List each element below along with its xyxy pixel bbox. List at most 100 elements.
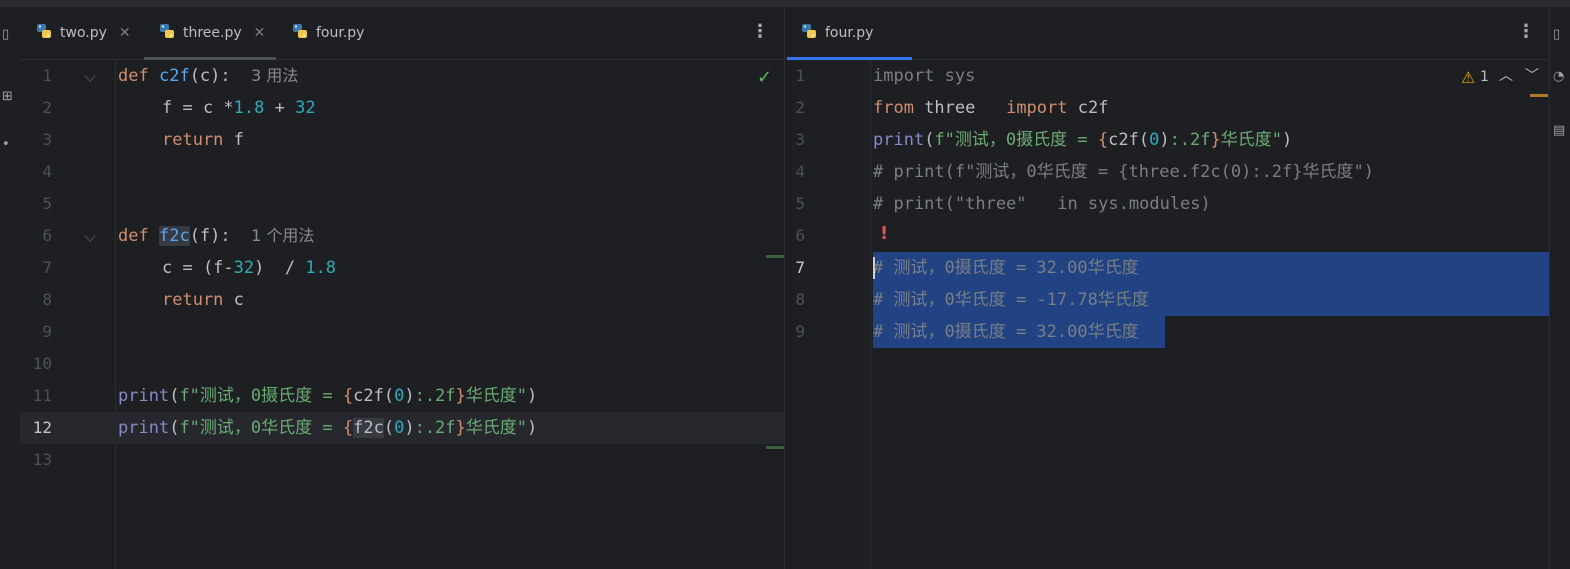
keyword: def [118, 226, 149, 246]
code-text: ) / [254, 258, 306, 278]
tab-label: two.py [60, 25, 107, 41]
paren: ) [1159, 130, 1170, 150]
code-line[interactable]: 8 return c [20, 284, 784, 316]
code-line[interactable]: 9 # 测试，0摄氏度 = 32.00华氏度 [785, 316, 1550, 348]
code-line[interactable]: 13 [20, 444, 784, 476]
format-spec: :.2f [414, 386, 456, 406]
code-line[interactable]: 8 # 测试，0华氏度 = -17.78华氏度 [785, 284, 1550, 316]
text-caret [873, 257, 875, 279]
code-line[interactable]: 3 return f [20, 124, 784, 156]
string: 华氏度" [465, 386, 528, 406]
line-number: 2 [795, 98, 805, 117]
tab-two-py[interactable]: two.py ✕ [35, 7, 131, 59]
keyword: def [118, 66, 149, 86]
usage-hint[interactable]: 3 用法 [251, 66, 298, 85]
line-number: 12 [32, 418, 52, 437]
right-editor-pane: four.py ⋮ 1 import sys 2 from three impo… [785, 7, 1550, 569]
usage-hint[interactable]: 1 个用法 [251, 226, 314, 245]
string: f"测试，0华氏度 = [179, 418, 343, 438]
tab-four-py[interactable]: four.py [800, 7, 873, 59]
code-line[interactable]: 11 print(f"测试，0摄氏度 = {c2f(0):.2f}华氏度") [20, 380, 784, 412]
project-icon[interactable]: ▯ [2, 27, 9, 42]
scroll-marker[interactable] [766, 446, 784, 449]
code-text: import sys [873, 66, 976, 86]
number: 0 [394, 418, 405, 438]
line-number: 10 [32, 354, 52, 373]
line-number: 7 [795, 258, 805, 277]
right-tool-strip: ▯ ◔ ▤ [1549, 7, 1570, 569]
line-number: 7 [42, 258, 52, 277]
more-options-icon[interactable]: ⋮ [751, 21, 769, 42]
code-line-current[interactable]: 12 print(f"测试，0华氏度 = {f2c(0):.2f}华氏度") [20, 412, 784, 444]
code-line[interactable]: 5 [20, 188, 784, 220]
line-number: 8 [42, 290, 52, 309]
line-number: 1 [42, 66, 52, 85]
code-line[interactable]: 4 # print(f"测试，0华氏度 = {three.f2c(0):.2f}… [785, 156, 1550, 188]
function-name: f2c [158, 226, 190, 246]
line-number: 5 [795, 194, 805, 213]
tab-four-py[interactable]: four.py [291, 7, 364, 59]
close-icon[interactable]: ✕ [119, 25, 131, 41]
code-line[interactable]: 6 [785, 220, 1550, 252]
number: 0 [394, 386, 405, 406]
warning-icon[interactable]: ⚠ [1461, 68, 1475, 87]
notifications-icon[interactable]: ▯ [1553, 27, 1560, 42]
code-line[interactable]: 2 f = c *1.8 + 32 [20, 92, 784, 124]
number: 1.8 [233, 98, 265, 118]
code-line[interactable]: 10 [20, 348, 784, 380]
code-line[interactable]: 1 import sys [785, 60, 1550, 92]
chevron-down-icon[interactable]: ﹀ [1525, 65, 1539, 85]
code-line[interactable]: 5 # print("three" in sys.modules) [785, 188, 1550, 220]
keyword: from [873, 98, 914, 118]
code-text: f [223, 130, 244, 150]
line-number: 1 [795, 66, 805, 85]
brace: } [1210, 130, 1221, 150]
line-number: 9 [795, 322, 805, 341]
code-line[interactable]: 1 def c2f(c): 3 用法 [20, 60, 784, 92]
paren: ) [1282, 130, 1293, 150]
tab-label: four.py [316, 25, 365, 41]
close-icon[interactable]: ✕ [254, 25, 266, 41]
code-line-current[interactable]: 7 # 测试，0摄氏度 = 32.00华氏度 [785, 252, 1550, 284]
more-tools-icon[interactable]: • [2, 137, 10, 152]
tab-label: four.py [825, 25, 874, 41]
line-number: 11 [32, 386, 52, 405]
code-line[interactable]: 9 [20, 316, 784, 348]
line-number: 6 [795, 226, 805, 245]
code-line[interactable]: 2 from three import c2f [785, 92, 1550, 124]
code-line[interactable]: 6 def f2c(f): 1 个用法 [20, 220, 784, 252]
ai-assistant-icon[interactable]: ◔ [1553, 69, 1564, 84]
params: (f): [189, 226, 231, 246]
fold-icon[interactable] [84, 70, 96, 82]
tab-three-py[interactable]: three.py ✕ [158, 7, 265, 59]
code-line[interactable]: 7 c = (f-32) / 1.8 [20, 252, 784, 284]
tab-label: three.py [183, 25, 242, 41]
warning-count[interactable]: 1 [1480, 69, 1489, 85]
code-line[interactable]: 3 print(f"测试，0摄氏度 = {c2f(0):.2f}华氏度") [785, 124, 1550, 156]
check-icon[interactable]: ✓ [757, 67, 772, 88]
scroll-marker[interactable] [1530, 94, 1548, 97]
format-spec: :.2f [1169, 130, 1211, 150]
comment: # print(f"测试，0华氏度 = {three.f2c(0):.2f}华氏… [873, 162, 1374, 182]
scroll-marker[interactable] [766, 255, 784, 258]
paren: ) [404, 418, 415, 438]
builtin: print [118, 418, 170, 438]
line-number: 9 [42, 322, 52, 341]
function-name: c2f [158, 66, 190, 86]
code-line[interactable]: 4 [20, 156, 784, 188]
params: (c): [189, 66, 231, 86]
chevron-up-icon[interactable]: ︿ [1499, 65, 1513, 85]
string: f"测试，0摄氏度 = [179, 386, 343, 406]
comment: # print("three" in sys.modules) [873, 194, 1211, 214]
call: f2c [353, 418, 384, 438]
keyword: return [162, 130, 224, 150]
error-bulb-icon[interactable]: ! [880, 223, 888, 244]
comment: # 测试，0华氏度 = -17.78华氏度 [873, 290, 1149, 310]
brace: } [455, 418, 466, 438]
structure-icon[interactable]: ⊞ [2, 89, 13, 104]
database-icon[interactable]: ▤ [1553, 123, 1565, 138]
paren: ( [169, 386, 180, 406]
code-text: c = (f- [162, 258, 234, 278]
fold-icon[interactable] [84, 230, 96, 242]
more-options-icon[interactable]: ⋮ [1517, 21, 1535, 42]
